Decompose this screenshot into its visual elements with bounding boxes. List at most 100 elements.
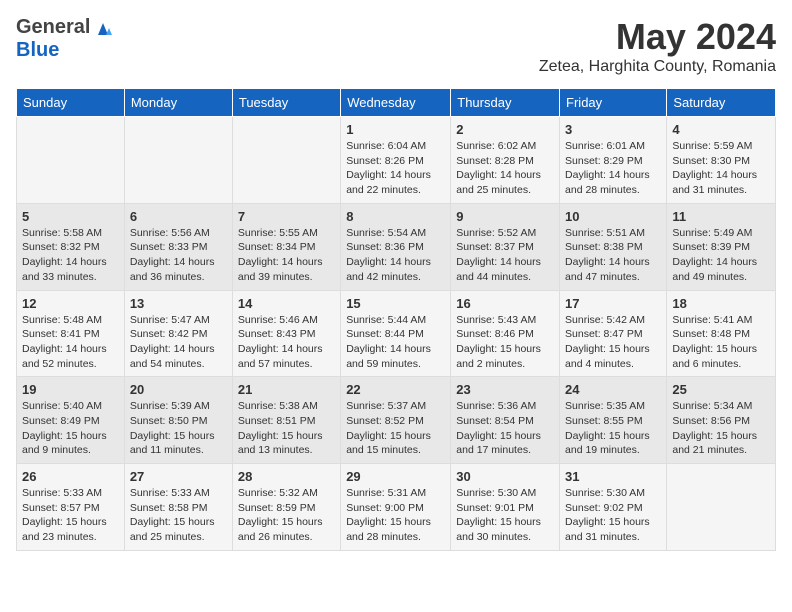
day-info: Sunrise: 5:31 AMSunset: 9:00 PMDaylight:…	[346, 486, 445, 545]
day-info: Sunrise: 5:48 AMSunset: 8:41 PMDaylight:…	[22, 313, 119, 372]
day-number: 20	[130, 382, 227, 397]
day-number: 18	[672, 296, 770, 311]
title-area: May 2024 Zetea, Harghita County, Romania	[539, 16, 776, 76]
day-info: Sunrise: 5:43 AMSunset: 8:46 PMDaylight:…	[456, 313, 554, 372]
day-number: 8	[346, 209, 445, 224]
day-number: 30	[456, 469, 554, 484]
day-cell: 16 Sunrise: 5:43 AMSunset: 8:46 PMDayligh…	[451, 290, 560, 377]
day-info: Sunrise: 5:46 AMSunset: 8:43 PMDaylight:…	[238, 313, 335, 372]
day-cell: 22 Sunrise: 5:37 AMSunset: 8:52 PMDayligh…	[341, 377, 451, 464]
day-cell: 27 Sunrise: 5:33 AMSunset: 8:58 PMDayligh…	[124, 464, 232, 551]
day-cell: 18 Sunrise: 5:41 AMSunset: 8:48 PMDayligh…	[667, 290, 776, 377]
day-cell: 5 Sunrise: 5:58 AMSunset: 8:32 PMDaylight…	[17, 203, 125, 290]
day-cell: 31 Sunrise: 5:30 AMSunset: 9:02 PMDayligh…	[560, 464, 667, 551]
day-info: Sunrise: 5:49 AMSunset: 8:39 PMDaylight:…	[672, 226, 770, 285]
day-cell: 30 Sunrise: 5:30 AMSunset: 9:01 PMDayligh…	[451, 464, 560, 551]
day-number: 26	[22, 469, 119, 484]
day-number: 27	[130, 469, 227, 484]
weekday-header-tuesday: Tuesday	[232, 89, 340, 117]
day-cell: 15 Sunrise: 5:44 AMSunset: 8:44 PMDayligh…	[341, 290, 451, 377]
day-cell: 4Sunrise: 5:59 AMSunset: 8:30 PMDaylight…	[667, 117, 776, 204]
day-info: Sunrise: 6:01 AMSunset: 8:29 PMDaylight:…	[565, 139, 661, 198]
day-number: 1	[346, 122, 445, 137]
weekday-header-friday: Friday	[560, 89, 667, 117]
day-cell: 29 Sunrise: 5:31 AMSunset: 9:00 PMDayligh…	[341, 464, 451, 551]
day-number: 29	[346, 469, 445, 484]
day-cell: 26Sunrise: 5:33 AMSunset: 8:57 PMDayligh…	[17, 464, 125, 551]
day-cell: 19Sunrise: 5:40 AMSunset: 8:49 PMDayligh…	[17, 377, 125, 464]
day-number: 15	[346, 296, 445, 311]
week-row-3: 19Sunrise: 5:40 AMSunset: 8:49 PMDayligh…	[17, 377, 776, 464]
day-info: Sunrise: 5:56 AMSunset: 8:33 PMDaylight:…	[130, 226, 227, 285]
day-number: 11	[672, 209, 770, 224]
day-number: 25	[672, 382, 770, 397]
day-info: Sunrise: 6:04 AMSunset: 8:26 PMDaylight:…	[346, 139, 445, 198]
day-cell: 23 Sunrise: 5:36 AMSunset: 8:54 PMDayligh…	[451, 377, 560, 464]
day-info: Sunrise: 5:37 AMSunset: 8:52 PMDaylight:…	[346, 399, 445, 458]
day-info: Sunrise: 5:35 AMSunset: 8:55 PMDaylight:…	[565, 399, 661, 458]
day-info: Sunrise: 5:52 AMSunset: 8:37 PMDaylight:…	[456, 226, 554, 285]
day-cell: 21 Sunrise: 5:38 AMSunset: 8:51 PMDayligh…	[232, 377, 340, 464]
day-number: 31	[565, 469, 661, 484]
day-cell: 8Sunrise: 5:54 AMSunset: 8:36 PMDaylight…	[341, 203, 451, 290]
day-cell: 25 Sunrise: 5:34 AMSunset: 8:56 PMDayligh…	[667, 377, 776, 464]
day-number: 13	[130, 296, 227, 311]
day-info: Sunrise: 5:47 AMSunset: 8:42 PMDaylight:…	[130, 313, 227, 372]
day-info: Sunrise: 6:02 AMSunset: 8:28 PMDaylight:…	[456, 139, 554, 198]
weekday-header-row: SundayMondayTuesdayWednesdayThursdayFrid…	[17, 89, 776, 117]
day-info: Sunrise: 5:34 AMSunset: 8:56 PMDaylight:…	[672, 399, 770, 458]
day-number: 22	[346, 382, 445, 397]
day-info: Sunrise: 5:38 AMSunset: 8:51 PMDaylight:…	[238, 399, 335, 458]
day-number: 16	[456, 296, 554, 311]
day-info: Sunrise: 5:33 AMSunset: 8:58 PMDaylight:…	[130, 486, 227, 545]
week-row-4: 26Sunrise: 5:33 AMSunset: 8:57 PMDayligh…	[17, 464, 776, 551]
day-info: Sunrise: 5:39 AMSunset: 8:50 PMDaylight:…	[130, 399, 227, 458]
day-info: Sunrise: 5:58 AMSunset: 8:32 PMDaylight:…	[22, 226, 119, 285]
day-cell: 6Sunrise: 5:56 AMSunset: 8:33 PMDaylight…	[124, 203, 232, 290]
day-info: Sunrise: 5:44 AMSunset: 8:44 PMDaylight:…	[346, 313, 445, 372]
weekday-header-wednesday: Wednesday	[341, 89, 451, 117]
day-number: 28	[238, 469, 335, 484]
page-header: General Blue May 2024 Zetea, Harghita Co…	[16, 16, 776, 76]
day-info: Sunrise: 5:55 AMSunset: 8:34 PMDaylight:…	[238, 226, 335, 285]
logo-blue-text: Blue	[16, 39, 114, 62]
day-cell: 7 Sunrise: 5:55 AMSunset: 8:34 PMDaylight…	[232, 203, 340, 290]
day-info: Sunrise: 5:59 AMSunset: 8:30 PMDaylight:…	[672, 139, 770, 198]
day-number: 5	[22, 209, 119, 224]
logo: General Blue	[16, 16, 114, 62]
day-cell	[232, 117, 340, 204]
day-info: Sunrise: 5:41 AMSunset: 8:48 PMDaylight:…	[672, 313, 770, 372]
day-info: Sunrise: 5:30 AMSunset: 9:01 PMDaylight:…	[456, 486, 554, 545]
day-number: 14	[238, 296, 335, 311]
day-number: 7	[238, 209, 335, 224]
day-number: 24	[565, 382, 661, 397]
weekday-header-saturday: Saturday	[667, 89, 776, 117]
day-number: 10	[565, 209, 661, 224]
day-cell: 10 Sunrise: 5:51 AMSunset: 8:38 PMDayligh…	[560, 203, 667, 290]
day-cell	[17, 117, 125, 204]
main-title: May 2024	[539, 16, 776, 58]
day-info: Sunrise: 5:30 AMSunset: 9:02 PMDaylight:…	[565, 486, 661, 545]
logo-general-text: General	[16, 16, 90, 39]
weekday-header-thursday: Thursday	[451, 89, 560, 117]
logo-icon	[92, 17, 114, 39]
day-number: 21	[238, 382, 335, 397]
subtitle: Zetea, Harghita County, Romania	[539, 58, 776, 76]
day-info: Sunrise: 5:40 AMSunset: 8:49 PMDaylight:…	[22, 399, 119, 458]
day-info: Sunrise: 5:42 AMSunset: 8:47 PMDaylight:…	[565, 313, 661, 372]
day-cell: 17 Sunrise: 5:42 AMSunset: 8:47 PMDayligh…	[560, 290, 667, 377]
calendar-table: SundayMondayTuesdayWednesdayThursdayFrid…	[16, 88, 776, 551]
day-cell: 24 Sunrise: 5:35 AMSunset: 8:55 PMDayligh…	[560, 377, 667, 464]
weekday-header-sunday: Sunday	[17, 89, 125, 117]
day-info: Sunrise: 5:36 AMSunset: 8:54 PMDaylight:…	[456, 399, 554, 458]
day-number: 23	[456, 382, 554, 397]
day-cell: 13 Sunrise: 5:47 AMSunset: 8:42 PMDayligh…	[124, 290, 232, 377]
day-cell: 9Sunrise: 5:52 AMSunset: 8:37 PMDaylight…	[451, 203, 560, 290]
week-row-2: 12Sunrise: 5:48 AMSunset: 8:41 PMDayligh…	[17, 290, 776, 377]
day-number: 17	[565, 296, 661, 311]
weekday-header-monday: Monday	[124, 89, 232, 117]
day-info: Sunrise: 5:32 AMSunset: 8:59 PMDaylight:…	[238, 486, 335, 545]
day-cell: 1 Sunrise: 6:04 AMSunset: 8:26 PMDaylight…	[341, 117, 451, 204]
day-info: Sunrise: 5:51 AMSunset: 8:38 PMDaylight:…	[565, 226, 661, 285]
day-cell: 3Sunrise: 6:01 AMSunset: 8:29 PMDaylight…	[560, 117, 667, 204]
